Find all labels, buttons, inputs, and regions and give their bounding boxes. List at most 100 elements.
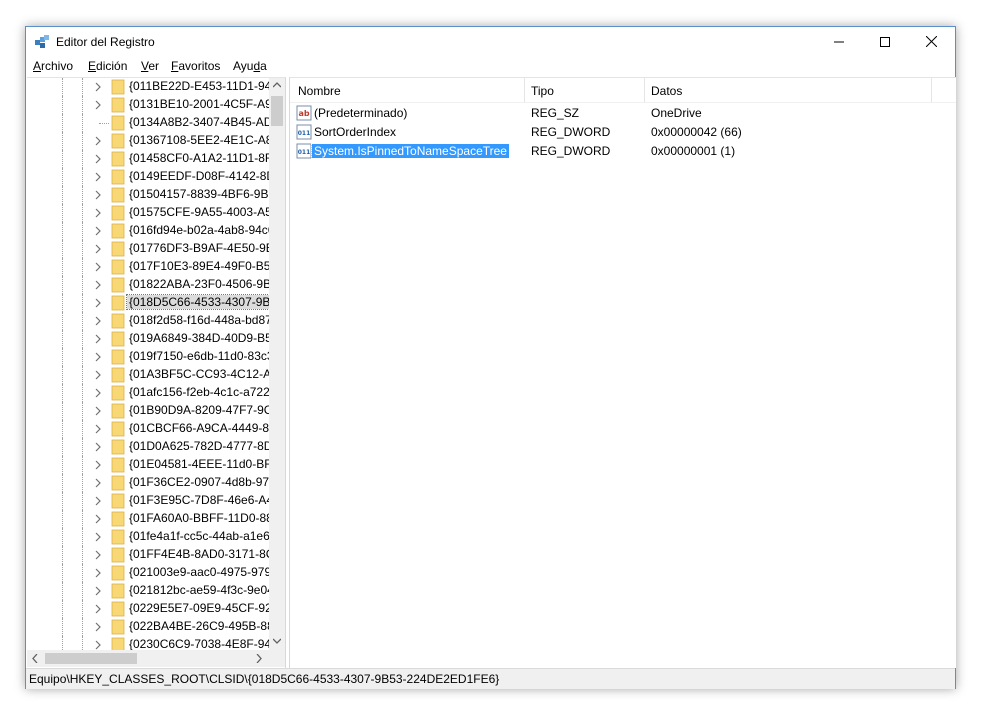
expand-chevron-icon[interactable]	[93, 459, 103, 471]
tree-item[interactable]: {01fe4a1f-cc5c-44ab-a1e6-	[27, 528, 269, 546]
expand-chevron-icon[interactable]	[93, 297, 103, 309]
tree-item[interactable]: {018f2d58-f16d-448a-bd87	[27, 312, 269, 330]
column-header-tipo[interactable]: Tipo	[531, 84, 554, 98]
expand-chevron-icon[interactable]	[93, 81, 103, 93]
tree-item[interactable]: {019A6849-384D-40D9-B51	[27, 330, 269, 348]
expand-chevron-icon[interactable]	[93, 261, 103, 273]
expand-chevron-icon[interactable]	[93, 369, 103, 381]
expand-chevron-icon[interactable]	[93, 189, 103, 201]
tree-item[interactable]: {01504157-8839-4BF6-9B5E	[27, 186, 269, 204]
expand-chevron-icon[interactable]	[93, 135, 103, 147]
expand-chevron-icon[interactable]	[93, 567, 103, 579]
tree-item-label: {01E04581-4EEE-11d0-BFE9	[129, 457, 269, 471]
tree-item[interactable]: {01FF4E4B-8AD0-3171-8C8	[27, 546, 269, 564]
scroll-right-icon[interactable]	[256, 654, 262, 663]
tree-guide-line	[62, 528, 63, 546]
expand-chevron-icon[interactable]	[93, 441, 103, 453]
scroll-left-icon[interactable]	[32, 654, 38, 663]
scroll-up-icon[interactable]	[273, 82, 281, 88]
expand-chevron-icon[interactable]	[93, 477, 103, 489]
tree-item[interactable]: {019f7150-e6db-11d0-83c3	[27, 348, 269, 366]
tree-item[interactable]: {021003e9-aac0-4975-979f	[27, 564, 269, 582]
tree-item-label: {0134A8B2-3407-4B45-AD2	[129, 115, 269, 129]
expand-chevron-icon[interactable]	[93, 639, 103, 650]
tree-guide-line	[62, 384, 63, 402]
tree-item[interactable]: {01458CF0-A1A2-11D1-8F8	[27, 150, 269, 168]
tree-item[interactable]: {011BE22D-E453-11D1-945	[27, 78, 269, 96]
minimize-button[interactable]	[816, 27, 862, 56]
tree-item[interactable]: {01F3E95C-7D8F-46e6-A40	[27, 492, 269, 510]
menu-ayuda[interactable]: Ayuda	[231, 59, 269, 73]
expand-chevron-icon[interactable]	[93, 621, 103, 633]
expand-chevron-icon[interactable]	[93, 315, 103, 327]
tree-item[interactable]: {018D5C66-4533-4307-9B5	[27, 294, 269, 312]
tree-item[interactable]: {016fd94e-b02a-4ab8-94c6	[27, 222, 269, 240]
tree-hscroll-thumb[interactable]	[45, 653, 137, 664]
scroll-down-icon[interactable]	[273, 638, 281, 644]
expand-chevron-icon[interactable]	[93, 243, 103, 255]
tree-item[interactable]: {01776DF3-B9AF-4E50-9B1	[27, 240, 269, 258]
svg-text:011: 011	[298, 130, 311, 137]
tree-item[interactable]: {0149EEDF-D08F-4142-8D7	[27, 168, 269, 186]
column-divider[interactable]	[931, 78, 932, 102]
tree-item[interactable]: {01575CFE-9A55-4003-A5E	[27, 204, 269, 222]
expand-chevron-icon[interactable]	[93, 513, 103, 525]
tree-vertical-scrollbar[interactable]	[269, 78, 285, 650]
expand-chevron-icon[interactable]	[93, 423, 103, 435]
folder-icon	[111, 259, 125, 275]
tree-item[interactable]: {01FA60A0-BBFF-11D0-882	[27, 510, 269, 528]
tree-item[interactable]: {01D0A625-782D-4777-8D4	[27, 438, 269, 456]
expand-chevron-icon[interactable]	[93, 99, 103, 111]
tree-item[interactable]: {01F36CE2-0907-4d8b-979	[27, 474, 269, 492]
expand-chevron-icon[interactable]	[93, 603, 103, 615]
value-data: 0x00000001 (1)	[651, 144, 736, 158]
expand-chevron-icon[interactable]	[93, 225, 103, 237]
tree-vscroll-thumb[interactable]	[271, 96, 283, 126]
folder-icon	[111, 637, 125, 650]
menu-archivo[interactable]: Archivo	[31, 59, 75, 73]
expand-chevron-icon[interactable]	[93, 153, 103, 165]
maximize-button[interactable]	[862, 27, 908, 56]
tree-horizontal-scrollbar[interactable]	[27, 650, 269, 667]
expand-chevron-icon[interactable]	[93, 585, 103, 597]
column-divider[interactable]	[524, 78, 525, 102]
expand-chevron-icon[interactable]	[93, 333, 103, 345]
tree-item[interactable]: {017F10E3-89E4-49F0-B545	[27, 258, 269, 276]
expand-chevron-icon[interactable]	[93, 405, 103, 417]
tree-item[interactable]: {01afc156-f2eb-4c1c-a722-	[27, 384, 269, 402]
tree-item[interactable]: {0230C6C9-7038-4E8F-942	[27, 636, 269, 650]
menu-favoritos[interactable]: Favoritos	[169, 59, 222, 73]
tree-item[interactable]: {01822ABA-23F0-4506-9BE	[27, 276, 269, 294]
expand-chevron-icon[interactable]	[93, 531, 103, 543]
tree-item[interactable]: {01A3BF5C-CC93-4C12-A4	[27, 366, 269, 384]
expand-chevron-icon[interactable]	[93, 279, 103, 291]
value-row[interactable]: 011 SortOrderIndex REG_DWORD 0x00000042 (66…	[290, 123, 956, 142]
tree-item[interactable]: {01E04581-4EEE-11d0-BFE9	[27, 456, 269, 474]
tree-guide-line	[62, 294, 63, 312]
tree-item[interactable]: {021812bc-ae59-4f3c-9e04	[27, 582, 269, 600]
tree-item[interactable]: {01367108-5EE2-4E1C-A8D	[27, 132, 269, 150]
column-divider[interactable]	[644, 78, 645, 102]
close-button[interactable]	[908, 27, 954, 56]
column-header-nombre[interactable]: Nombre	[298, 84, 341, 98]
menu-edicion[interactable]: Edición	[86, 59, 129, 73]
tree-item[interactable]: {0229E5E7-09E9-45CF-9228	[27, 600, 269, 618]
tree-item[interactable]: {0134A8B2-3407-4B45-AD2	[27, 114, 269, 132]
list-header: Nombre Tipo Datos	[290, 78, 956, 103]
value-row[interactable]: 011 System.IsPinnedToNameSpaceTree REG_DWO…	[290, 142, 956, 161]
tree-item[interactable]: {01CBCF66-A9CA-4449-84	[27, 420, 269, 438]
expand-chevron-icon[interactable]	[93, 495, 103, 507]
value-row[interactable]: ab (Predeterminado) REG_SZ OneDrive	[290, 104, 956, 123]
expand-chevron-icon[interactable]	[93, 171, 103, 183]
expand-chevron-icon[interactable]	[93, 387, 103, 399]
tree-guide-line	[62, 546, 63, 564]
tree-item[interactable]: {0131BE10-2001-4C5F-A9B	[27, 96, 269, 114]
tree-item[interactable]: {01B90D9A-8209-47F7-9C5	[27, 402, 269, 420]
menu-ver[interactable]: Ver	[139, 59, 161, 73]
tree-item[interactable]: {022BA4BE-26C9-495B-882	[27, 618, 269, 636]
expand-chevron-icon[interactable]	[93, 549, 103, 561]
folder-icon	[111, 349, 125, 365]
expand-chevron-icon[interactable]	[93, 351, 103, 363]
expand-chevron-icon[interactable]	[93, 207, 103, 219]
column-header-datos[interactable]: Datos	[651, 84, 682, 98]
